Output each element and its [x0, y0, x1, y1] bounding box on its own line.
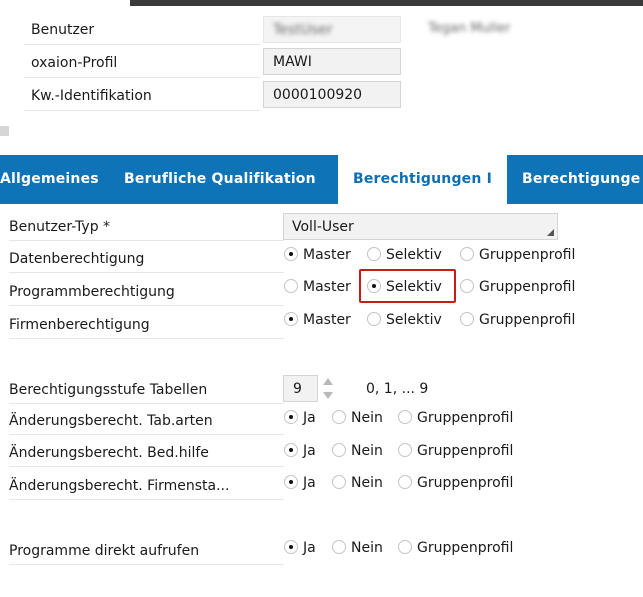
- change-table-types-no[interactable]: Nein: [332, 408, 383, 428]
- permission-level-hint: 0, 1, ... 9: [366, 381, 429, 397]
- radio-unchecked-icon: [398, 410, 412, 424]
- data-permission-group-profile[interactable]: Gruppenprofil: [460, 245, 575, 265]
- change-company-master-group-profile[interactable]: Gruppenprofil: [398, 473, 513, 493]
- change-company-master-label: Änderungsberecht. Firmensta...: [9, 467, 284, 500]
- change-help-yes[interactable]: Ja: [284, 441, 316, 461]
- radio-unchecked-icon: [332, 540, 346, 554]
- permission-level-label: Berechtigungsstufe Tabellen: [9, 371, 284, 404]
- option-label: Nein: [351, 443, 383, 459]
- selection-highlight-box: [359, 269, 456, 303]
- option-label: Gruppenprofil: [417, 475, 514, 491]
- direct-program-call-yes[interactable]: Ja: [284, 538, 316, 558]
- option-label: Selektiv: [386, 247, 442, 263]
- radio-unchecked-icon: [460, 247, 474, 261]
- user-type-value: Voll-User: [292, 219, 354, 235]
- radio-checked-icon: [284, 410, 298, 424]
- profile-label: oxaion-Profil: [24, 48, 260, 78]
- program-permission-group-profile[interactable]: Gruppenprofil: [460, 277, 575, 297]
- company-permission-master[interactable]: Master: [284, 310, 351, 330]
- option-label: Nein: [351, 410, 383, 426]
- radio-unchecked-icon: [460, 279, 474, 293]
- kw-identification-label: Kw.-Identifikation: [24, 81, 260, 111]
- option-label: Nein: [351, 475, 383, 491]
- radio-unchecked-icon: [332, 475, 346, 489]
- direct-program-call-group-profile[interactable]: Gruppenprofil: [398, 538, 513, 558]
- user-name-text: Tegan Muller: [428, 21, 511, 36]
- tab-bar: Allgemeines Berufliche Qualifikation Ber…: [0, 155, 643, 204]
- program-permission-label: Programmberechtigung: [9, 273, 284, 306]
- data-permission-selective[interactable]: Selektiv: [367, 245, 442, 265]
- direct-program-call-label: Programme direkt aufrufen: [9, 532, 284, 565]
- spin-up-icon[interactable]: [323, 378, 333, 385]
- tab-berufliche-qualifikation[interactable]: Berufliche Qualifikation: [124, 155, 334, 204]
- option-label: Selektiv: [386, 312, 442, 328]
- radio-unchecked-icon: [460, 312, 474, 326]
- change-table-types-group-profile[interactable]: Gruppenprofil: [398, 408, 513, 428]
- radio-checked-icon: [284, 443, 298, 457]
- option-label: Nein: [351, 540, 383, 556]
- company-permission-label: Firmenberechtigung: [9, 306, 284, 339]
- window-top-strip: [130, 0, 643, 6]
- option-label: Master: [303, 279, 351, 295]
- user-value-field: TestUser: [263, 16, 401, 43]
- option-label: Master: [303, 312, 351, 328]
- option-label: Gruppenprofil: [479, 312, 576, 328]
- company-permission-selective[interactable]: Selektiv: [367, 310, 442, 330]
- user-label: Benutzer: [24, 15, 260, 45]
- change-table-types-label: Änderungsberecht. Tab.arten: [9, 402, 284, 435]
- change-help-no[interactable]: Nein: [332, 441, 383, 461]
- radio-checked-icon: [284, 475, 298, 489]
- change-help-label: Änderungsberecht. Bed.hilfe: [9, 434, 284, 467]
- tab-allgemeines[interactable]: Allgemeines: [0, 155, 110, 204]
- radio-unchecked-icon: [398, 475, 412, 489]
- radio-unchecked-icon: [398, 540, 412, 554]
- option-label: Gruppenprofil: [417, 540, 514, 556]
- panel-resize-handle: [0, 126, 9, 136]
- data-permission-master[interactable]: Master: [284, 245, 351, 265]
- option-label: Gruppenprofil: [479, 279, 576, 295]
- radio-unchecked-icon: [398, 443, 412, 457]
- dropdown-corner-icon: [547, 229, 554, 236]
- radio-checked-icon: [284, 312, 298, 326]
- profile-value[interactable]: MAWI: [263, 48, 401, 75]
- company-permission-group-profile[interactable]: Gruppenprofil: [460, 310, 575, 330]
- tab-berechtigungen-2[interactable]: Berechtigunge: [522, 155, 643, 204]
- option-label: Ja: [303, 443, 316, 459]
- radio-unchecked-icon: [284, 279, 298, 293]
- option-label: Ja: [303, 475, 316, 491]
- permission-level-input[interactable]: 9: [283, 375, 318, 402]
- radio-unchecked-icon: [332, 443, 346, 457]
- user-value: TestUser: [273, 22, 333, 38]
- user-type-label: Benutzer-Typ *: [9, 208, 284, 241]
- radio-unchecked-icon: [367, 247, 381, 261]
- change-company-master-yes[interactable]: Ja: [284, 473, 316, 493]
- option-label: Ja: [303, 410, 316, 426]
- option-label: Gruppenprofil: [479, 247, 576, 263]
- user-type-select[interactable]: Voll-User: [283, 213, 558, 240]
- option-label: Master: [303, 247, 351, 263]
- data-permission-label: Datenberechtigung: [9, 240, 284, 273]
- program-permission-master[interactable]: Master: [284, 277, 351, 297]
- spin-down-icon[interactable]: [323, 392, 333, 399]
- radio-checked-icon: [284, 247, 298, 261]
- change-table-types-yes[interactable]: Ja: [284, 408, 316, 428]
- option-label: Gruppenprofil: [417, 410, 514, 426]
- option-label: Ja: [303, 540, 316, 556]
- option-label: Gruppenprofil: [417, 443, 514, 459]
- tab-berechtigungen-1[interactable]: Berechtigungen I: [338, 155, 507, 204]
- kw-identification-value[interactable]: 0000100920: [263, 81, 401, 108]
- radio-unchecked-icon: [367, 312, 381, 326]
- direct-program-call-no[interactable]: Nein: [332, 538, 383, 558]
- change-help-group-profile[interactable]: Gruppenprofil: [398, 441, 513, 461]
- change-company-master-no[interactable]: Nein: [332, 473, 383, 493]
- radio-checked-icon: [284, 540, 298, 554]
- radio-unchecked-icon: [332, 410, 346, 424]
